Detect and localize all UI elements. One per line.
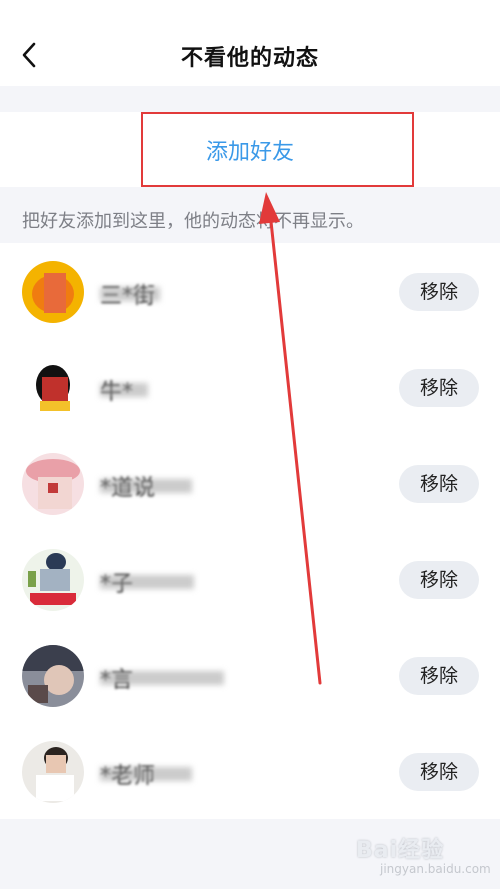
remove-button[interactable]: 移除 xyxy=(399,753,479,791)
watermark-url: jingyan.baidu.com xyxy=(380,862,491,876)
friend-row[interactable]: *言 移除 xyxy=(0,627,500,723)
friend-row[interactable]: *子 移除 xyxy=(0,531,500,627)
avatar xyxy=(22,357,84,419)
avatar xyxy=(22,645,84,707)
remove-button[interactable]: 移除 xyxy=(399,465,479,503)
name-mask xyxy=(100,575,194,589)
nav-bar: 不看他的动态 xyxy=(0,0,500,86)
avatar xyxy=(22,741,84,803)
remove-button[interactable]: 移除 xyxy=(399,369,479,407)
name-mask xyxy=(100,383,148,397)
avatar xyxy=(22,549,84,611)
friend-row[interactable]: 牛* 移除 xyxy=(0,339,500,435)
remove-button[interactable]: 移除 xyxy=(399,273,479,311)
name-mask xyxy=(100,287,160,301)
page-title: 不看他的动态 xyxy=(180,46,319,71)
remove-button[interactable]: 移除 xyxy=(399,657,479,695)
friend-row[interactable]: 三*街 移除 xyxy=(0,243,500,339)
hint-text: 把好友添加到这里，他的动态将不再显示。 xyxy=(22,211,364,232)
name-mask xyxy=(100,671,224,685)
avatar xyxy=(22,453,84,515)
friend-row[interactable]: *老师 移除 xyxy=(0,723,500,819)
add-friend-button[interactable]: 添加好友 xyxy=(0,134,500,166)
add-friend-section: 添加好友 xyxy=(0,112,500,187)
remove-button[interactable]: 移除 xyxy=(399,561,479,599)
friend-list: 三*街 移除 牛* 移除 *道说 移除 *子 移除 xyxy=(0,243,500,819)
name-mask xyxy=(100,767,192,781)
name-mask xyxy=(100,479,192,493)
watermark-logo: Bai经验 xyxy=(356,838,445,863)
friend-row[interactable]: *道说 移除 xyxy=(0,435,500,531)
avatar xyxy=(22,261,84,323)
